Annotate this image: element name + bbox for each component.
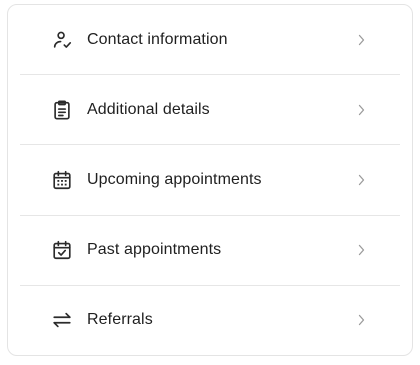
- menu-item-additional-details[interactable]: Additional details: [20, 75, 400, 146]
- arrows-left-right-icon: [51, 309, 73, 331]
- menu-item-label: Upcoming appointments: [87, 171, 262, 188]
- user-check-icon: [51, 29, 73, 51]
- chevron-right-icon: [356, 33, 366, 47]
- menu-item-upcoming-appointments[interactable]: Upcoming appointments: [20, 145, 400, 216]
- calendar-check-icon: [51, 239, 73, 261]
- calendar-grid-icon: [51, 169, 73, 191]
- menu-item-past-appointments[interactable]: Past appointments: [20, 216, 400, 286]
- chevron-right-icon: [356, 243, 366, 257]
- clipboard-list-icon: [51, 99, 73, 121]
- chevron-right-icon: [356, 173, 366, 187]
- menu-item-label: Referrals: [87, 311, 153, 329]
- details-menu-card: Contact information Additional details U…: [7, 4, 413, 356]
- chevron-right-icon: [356, 103, 366, 117]
- chevron-right-icon: [356, 313, 366, 327]
- menu-item-contact-information[interactable]: Contact information: [20, 5, 400, 76]
- menu-item-referrals[interactable]: Referrals: [20, 286, 400, 355]
- menu-item-label: Additional details: [87, 100, 210, 118]
- menu-item-label: Contact information: [87, 30, 228, 48]
- menu-item-label: Past appointments: [87, 241, 222, 259]
